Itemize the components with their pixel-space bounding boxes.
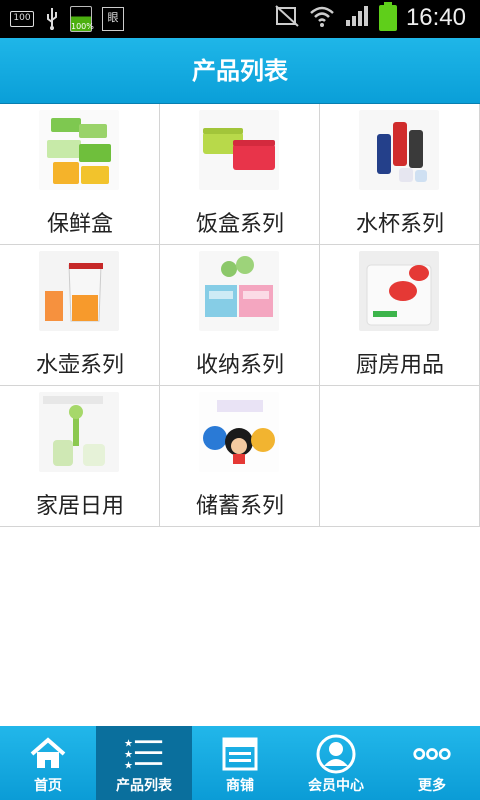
product-item-piggy-bank[interactable]: 储蓄系列 (160, 386, 320, 527)
wifi-icon (309, 4, 335, 32)
empty-cell (320, 386, 480, 527)
bottom-tab-bar: 首页 ★ ★ ★ 产品列表 商铺 会员中心 更多 (0, 726, 480, 800)
member-icon (316, 734, 356, 774)
household-thumbnail (39, 392, 119, 472)
product-item-water-jug[interactable]: 水壶系列 (0, 245, 160, 386)
tab-product-list[interactable]: ★ ★ ★ 产品列表 (96, 726, 192, 800)
water-jug-thumbnail (39, 251, 119, 331)
signal-icon (344, 4, 370, 32)
tab-home[interactable]: 首页 (0, 726, 96, 800)
tab-shop[interactable]: 商铺 (192, 726, 288, 800)
product-item-water-cup[interactable]: 水杯系列 (320, 104, 480, 245)
cutting-board-thumbnail (359, 251, 439, 331)
home-icon (28, 734, 68, 774)
tab-member-center[interactable]: 会员中心 (288, 726, 384, 800)
shop-icon (220, 734, 260, 774)
product-item-lunchbox[interactable]: 饭盒系列 (160, 104, 320, 245)
storage-box-thumbnail (199, 251, 279, 331)
mute-icon (274, 4, 300, 32)
page-title: 产品列表 (0, 38, 480, 104)
product-item-kitchen[interactable]: 厨房用品 (320, 245, 480, 386)
battery-full-icon (378, 2, 397, 31)
svg-text:★: ★ (124, 750, 133, 761)
usb-icon (44, 7, 60, 31)
food-container-thumbnail (39, 110, 119, 190)
product-grid: 保鲜盒 饭盒系列 水杯系列 水壶系列 收纳系列 厨房用品 家居日用 储蓄系列 (0, 104, 480, 527)
lunchbox-thumbnail (199, 110, 279, 190)
product-item-storage[interactable]: 收纳系列 (160, 245, 320, 386)
svg-text:★: ★ (124, 761, 133, 772)
battery-100-icon: 100 (10, 11, 34, 27)
piggy-bank-thumbnail (199, 392, 279, 472)
more-icon (412, 734, 452, 774)
water-cup-thumbnail (359, 110, 439, 190)
battery-charging-icon: 100% (70, 6, 94, 32)
tab-more[interactable]: 更多 (384, 726, 480, 800)
product-item-food-container[interactable]: 保鲜盒 (0, 104, 160, 245)
list-icon: ★ ★ ★ (124, 734, 164, 774)
svg-text:★: ★ (124, 739, 133, 750)
product-item-household[interactable]: 家居日用 (0, 386, 160, 527)
status-bar: 100 100% 眼 16:40 (0, 0, 480, 38)
clock: 16:40 (405, 4, 466, 31)
